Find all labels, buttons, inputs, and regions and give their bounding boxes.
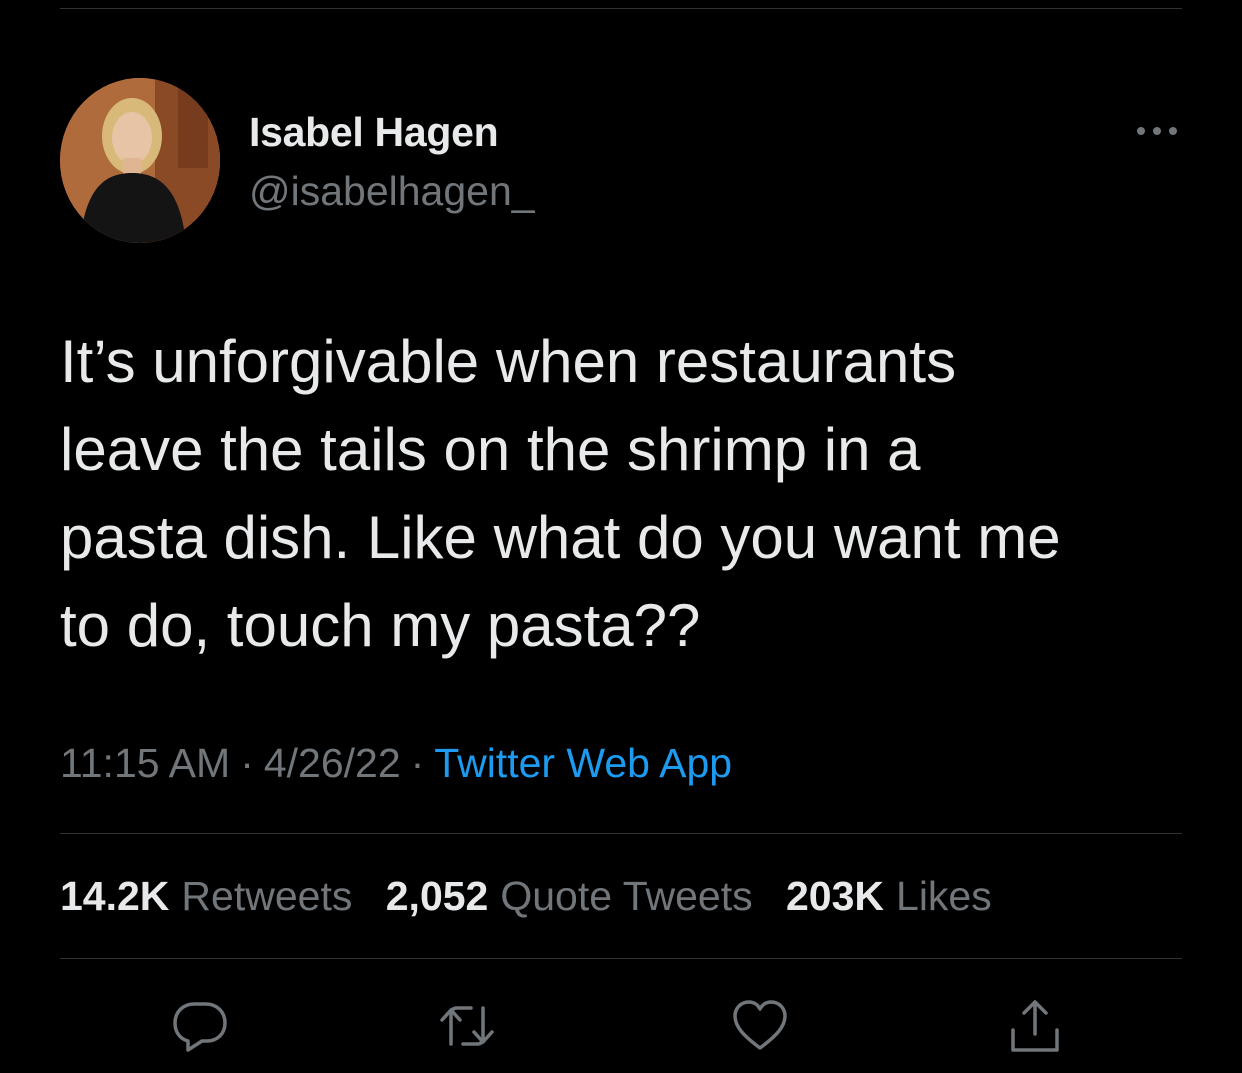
reply-icon	[173, 1002, 227, 1052]
display-name[interactable]: Isabel Hagen	[249, 109, 499, 156]
share-button[interactable]	[1005, 996, 1065, 1056]
top-divider	[60, 8, 1182, 9]
tweet-time[interactable]: 11:15 AM	[60, 740, 230, 786]
profile-photo-icon	[60, 78, 220, 243]
more-dots-icon	[1137, 127, 1177, 135]
more-options-button[interactable]	[1132, 116, 1182, 146]
likes-count: 203K	[786, 873, 885, 919]
tweet-header: Isabel Hagen @isabelhagen_	[60, 78, 1182, 243]
avatar[interactable]	[60, 78, 220, 243]
share-icon	[1011, 1000, 1059, 1052]
quote-tweets-stat[interactable]: 2,052 Quote Tweets	[386, 873, 753, 920]
reply-button[interactable]	[170, 996, 230, 1056]
retweets-count: 14.2K	[60, 873, 170, 919]
meta-separator: ·	[240, 740, 254, 786]
retweet-icon	[440, 1006, 494, 1046]
divider	[60, 958, 1182, 959]
quote-tweets-count: 2,052	[385, 873, 489, 919]
retweets-label: Retweets	[181, 873, 353, 919]
meta-separator: ·	[410, 740, 425, 786]
quote-tweets-label: Quote Tweets	[500, 873, 753, 919]
tweet-source-link[interactable]: Twitter Web App	[434, 740, 732, 786]
divider	[60, 833, 1182, 834]
user-handle[interactable]: @isabelhagen_	[249, 168, 535, 215]
like-button[interactable]	[730, 996, 790, 1056]
heart-icon	[733, 1000, 787, 1050]
tweet-text: It’s unforgivable when restaurants leave…	[60, 328, 1061, 659]
tweet-actions	[0, 996, 1242, 1056]
tweet-meta: 11:15 AM · 4/26/22 · Twitter Web App	[60, 740, 732, 787]
tweet-stats: 14.2K Retweets 2,052 Quote Tweets 203K Like…	[60, 873, 1014, 920]
likes-stat[interactable]: 203K Likes	[786, 873, 992, 920]
likes-label: Likes	[896, 873, 992, 919]
tweet-date[interactable]: 4/26/22	[264, 740, 401, 786]
retweets-stat[interactable]: 14.2K Retweets	[60, 873, 352, 920]
retweet-button[interactable]	[437, 996, 497, 1056]
